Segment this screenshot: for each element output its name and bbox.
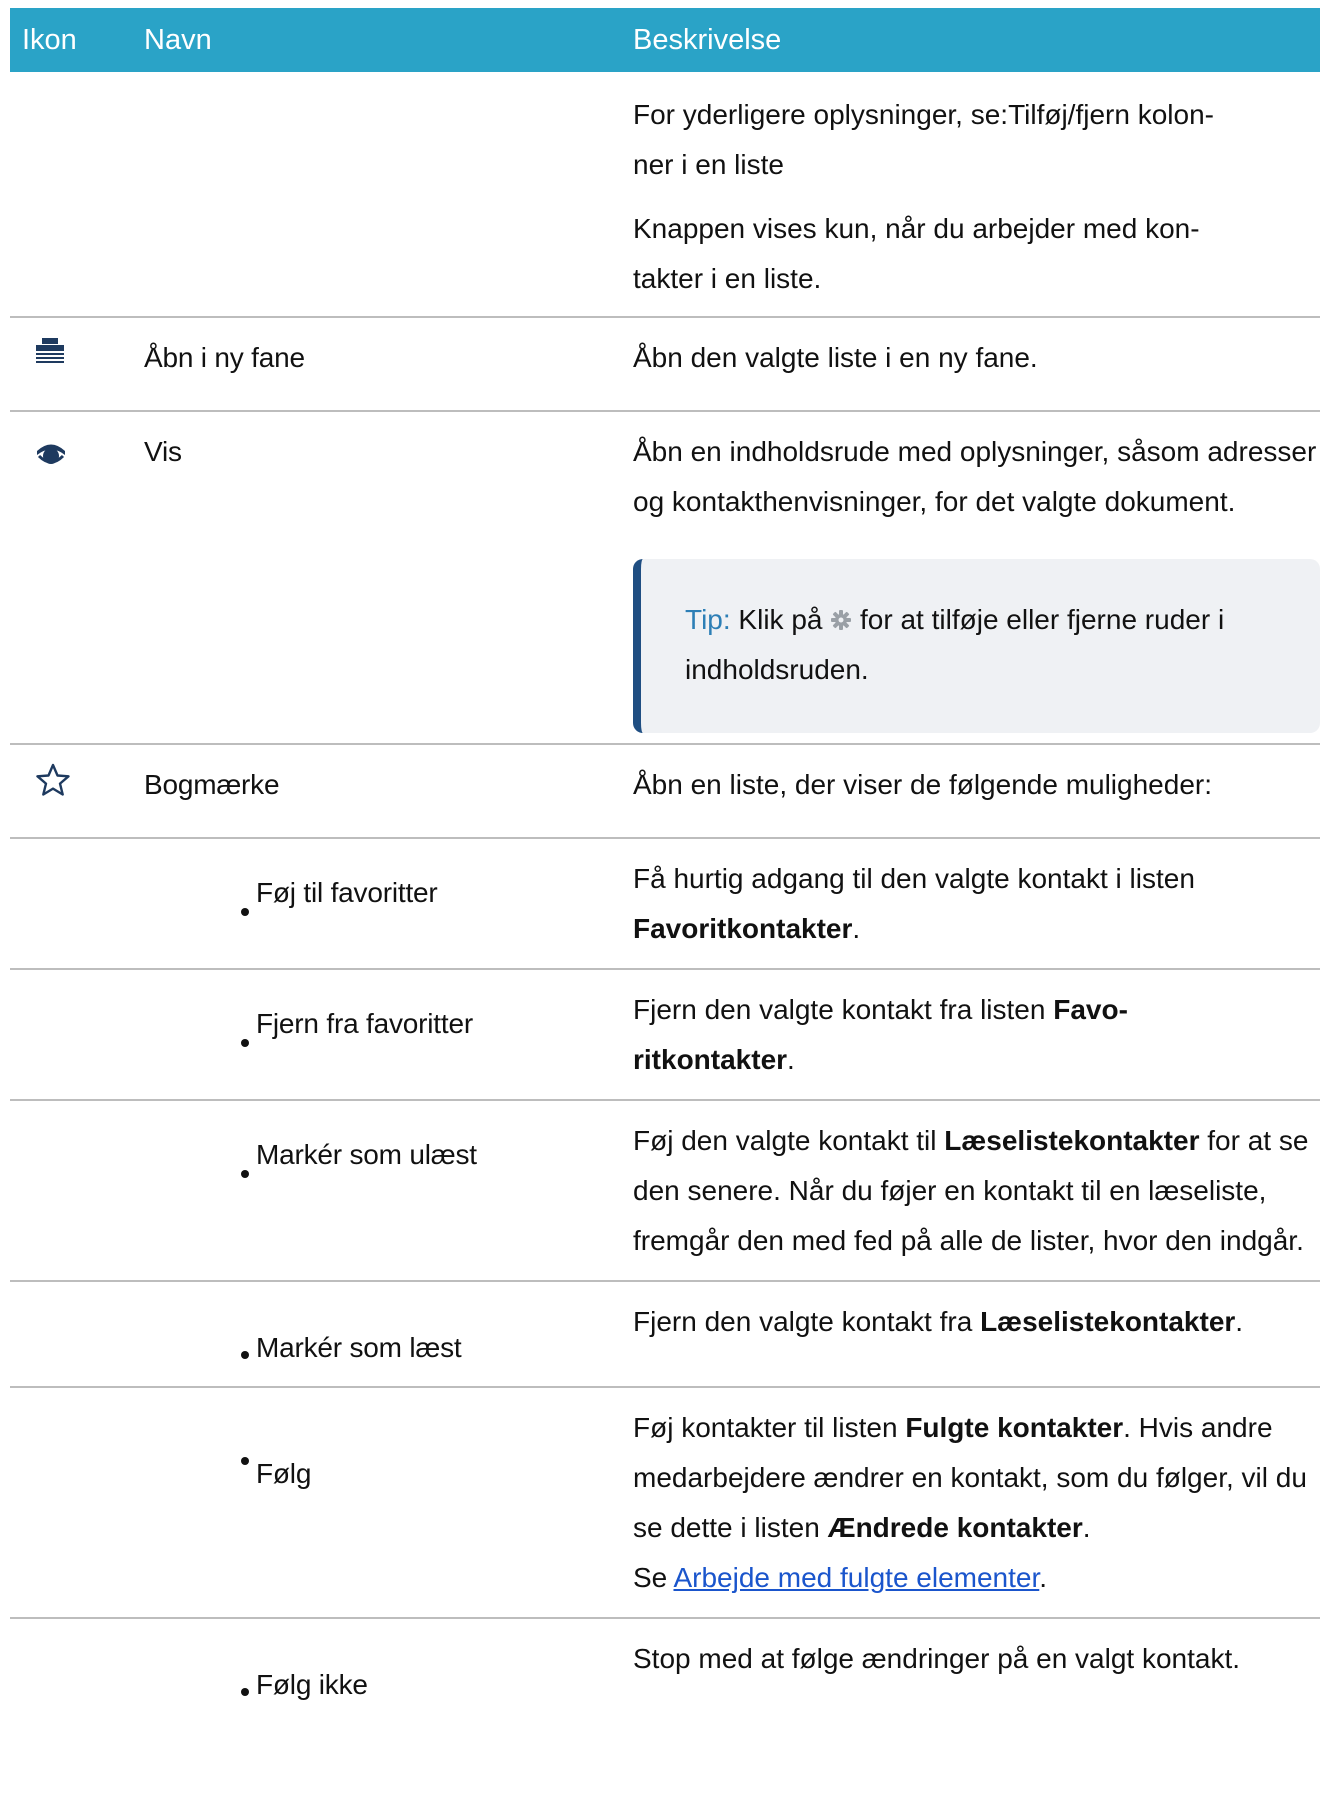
icon-cell [10,1281,130,1388]
tip-box: Tip: Klik på for at tilføje eller fjerne… [633,559,1320,733]
description-paragraph: For yderligere oplysninger, se:Tilføj/fj… [633,99,1214,180]
item-name: Åbn i ny fane [144,342,305,373]
icon-cell [10,1618,130,1711]
name-cell [130,72,625,318]
star-icon [36,763,130,797]
description-cell: Føj kontakter til listen Fulgte kontakte… [625,1387,1320,1619]
list-item: Markér som ulæst [131,1102,624,1180]
icon-cell [10,1387,130,1619]
tip-label: Tip: [685,604,731,635]
list-item: Følg ikke [131,1620,624,1710]
table-row: Følg Føj kontakter til listen Fulgte kon… [10,1387,1320,1619]
icon-cell [10,411,130,745]
description-cell: Åbn en liste, der viser de følgende muli… [625,744,1320,839]
list-item: Følg [131,1389,624,1499]
name-cell: Markér som læst [130,1281,625,1388]
commands-table: Ikon Navn Beskrivelse For yderligere opl… [10,8,1320,1711]
icon-cell [10,72,130,318]
table-row: Vis Åbn en indholdsrude med oplysninger,… [10,411,1320,745]
icon-cell [10,838,130,970]
name-cell: Markér som ulæst [130,1100,625,1282]
header-icon: Ikon [10,8,130,72]
description-cell: Føj den valgte kontakt til Læselistekont… [625,1100,1320,1282]
name-cell: Følg ikke [130,1618,625,1711]
table-header: Ikon Navn Beskrivelse [10,8,1320,72]
list-item: Fjern fra favoritter [131,971,624,1049]
description-paragraph: Åbn en indholdsrude med oplysninger, sås… [633,436,1317,517]
description-cell: Åbn en indholdsrude med oplysninger, sås… [625,411,1320,745]
description-cell: For yderligere oplysninger, se:Tilføj/fj… [625,72,1320,318]
description-cell: Fjern den valgte kontakt fra Læselisteko… [625,1281,1320,1388]
icon-cell [10,969,130,1101]
table-row: For yderligere oplysninger, se:Tilføj/fj… [10,72,1320,318]
list-item: Markér som læst [131,1283,624,1373]
list-item: Føj til favoritter [131,840,624,918]
name-cell: Fjern fra favoritter [130,969,625,1101]
description-cell: Fjern den valgte kontakt fra listen Favo… [625,969,1320,1101]
icon-cell [10,744,130,839]
table-row: Fjern fra favoritter Fjern den valgte ko… [10,969,1320,1101]
description-cell: Åbn den valgte liste i en ny fane. [625,317,1320,412]
table-row: Åbn i ny fane Åbn den valgte liste i en … [10,317,1320,412]
header-name: Navn [130,8,625,72]
name-cell: Bogmærke [130,744,625,839]
description-cell: Stop med at følge ændringer på en valgt … [633,1643,1241,1674]
item-name: Bogmærke [144,769,280,800]
header-description: Beskrivelse [625,8,1320,72]
description-cell: Få hurtig adgang til den valgte kontakt … [625,838,1320,970]
icon-cell [10,317,130,412]
icon-cell [10,1100,130,1282]
name-cell: Føj til favoritter [130,838,625,970]
table-row: Bogmærke Åbn en liste, der viser de følg… [10,744,1320,839]
name-cell: Vis [130,411,625,745]
table-row: Markér som læst Fjern den valgte kontakt… [10,1281,1320,1388]
table-row: Føj til favoritter Få hurtig adgang til … [10,838,1320,970]
table-row: Følg ikke Stop med at følge ændringer på… [10,1618,1320,1711]
description-paragraph: Knappen vises kun, når du arbejder med k… [633,213,1200,294]
table-row: Markér som ulæst Føj den valgte kontakt … [10,1100,1320,1282]
gear-icon [830,609,852,631]
eye-icon [36,442,130,466]
followed-items-link[interactable]: Arbejde med fulgte elementer [673,1562,1039,1593]
open-in-new-tab-icon [36,338,130,364]
item-name: Vis [144,436,182,467]
name-cell: Følg [130,1387,625,1619]
name-cell: Åbn i ny fane [130,317,625,412]
document-page: Ikon Navn Beskrivelse For yderligere opl… [10,8,1320,1711]
